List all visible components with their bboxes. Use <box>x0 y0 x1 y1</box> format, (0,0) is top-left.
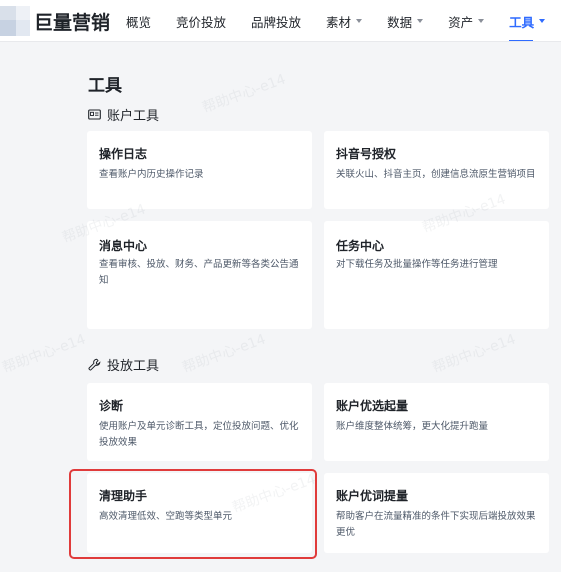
watermark: 帮助中心-e14 <box>0 331 88 377</box>
chevron-down-icon <box>356 19 363 23</box>
card-title: 消息中心 <box>99 239 148 253</box>
logo-mark-icon <box>0 6 32 36</box>
card-title: 账户优词提量 <box>336 489 409 503</box>
page-title: 工具 <box>88 76 122 96</box>
card-desc: 查看账户内历史操作记录 <box>99 169 204 180</box>
card-task-center[interactable]: 任务中心 对下载任务及批量操作等任务进行管理 <box>324 221 549 329</box>
nav-item-overview[interactable]: 概览 <box>126 0 152 41</box>
nav-label: 资产 <box>448 14 474 30</box>
section-label: 投放工具 <box>107 359 160 374</box>
card-douyin-auth[interactable]: 抖音号授权 关联火山、抖音主页，创建信息流原生营销项目 <box>324 131 549 209</box>
main-content: 工具 账户工具 操作日志 查看账户内历史操作记录 抖音号授权 关联火山、抖音主页… <box>0 43 561 572</box>
nav-item-brand[interactable]: 品牌投放 <box>251 0 302 41</box>
chevron-down-icon <box>417 19 424 23</box>
card-account-boost[interactable]: 账户优选起量 账户维度整体统筹，更大化提升跑量 <box>324 383 549 461</box>
nav-label: 工具 <box>509 14 535 30</box>
top-nav-bar: 巨量营销 概览 竞价投放 品牌投放 素材 数据 资产 工具 财务 <box>0 0 561 42</box>
logo-text: 巨量营销 <box>34 11 111 34</box>
section-label: 账户工具 <box>107 109 160 124</box>
nav-item-tools[interactable]: 工具 <box>509 0 546 41</box>
card-operation-log[interactable]: 操作日志 查看账户内历史操作记录 <box>87 131 312 209</box>
nav-item-data[interactable]: 数据 <box>387 0 424 41</box>
card-diagnosis[interactable]: 诊断 使用账户及单元诊断工具，定位投放问题、优化投放效果 <box>87 383 312 461</box>
card-desc: 账户维度整体统筹，更大化提升跑量 <box>336 421 489 432</box>
wrench-icon <box>88 358 101 371</box>
nav-item-assets-material[interactable]: 素材 <box>326 0 363 41</box>
section-title-delivery-tools: 投放工具 <box>88 355 159 374</box>
card-title: 任务中心 <box>336 239 385 253</box>
logo[interactable]: 巨量营销 <box>0 6 110 36</box>
card-title: 抖音号授权 <box>336 147 397 161</box>
watermark: 帮助中心-e14 <box>180 331 268 377</box>
card-desc: 使用账户及单元诊断工具，定位投放问题、优化投放效果 <box>99 421 299 448</box>
nav-label: 数据 <box>387 14 413 30</box>
highlight-box <box>69 469 317 559</box>
nav-label: 素材 <box>326 14 352 30</box>
card-desc: 对下载任务及批量操作等任务进行管理 <box>336 259 498 270</box>
main-nav: 概览 竞价投放 品牌投放 素材 数据 资产 工具 财务 <box>126 0 561 41</box>
nav-label: 品牌投放 <box>251 14 302 30</box>
watermark: 帮助中心-e14 <box>430 331 518 377</box>
chevron-down-icon <box>539 19 546 23</box>
card-desc: 关联火山、抖音主页，创建信息流原生营销项目 <box>336 169 536 180</box>
nav-item-assets[interactable]: 资产 <box>448 0 485 41</box>
card-message-center[interactable]: 消息中心 查看审核、投放、财务、产品更新等各类公告通知 <box>87 221 312 329</box>
section-title-account-tools: 账户工具 <box>88 105 159 124</box>
id-card-icon <box>88 108 101 121</box>
card-desc: 查看审核、投放、财务、产品更新等各类公告通知 <box>99 259 299 286</box>
card-desc: 帮助客户在流量精准的条件下实现后端投放效果更优 <box>336 511 536 538</box>
card-keyword-boost[interactable]: 账户优词提量 帮助客户在流量精准的条件下实现后端投放效果更优 <box>324 473 549 553</box>
card-title: 操作日志 <box>99 147 148 161</box>
card-title: 诊断 <box>99 399 124 413</box>
watermark: 帮助中心-e14 <box>200 71 288 117</box>
nav-item-bidding[interactable]: 竞价投放 <box>176 0 227 41</box>
nav-label: 竞价投放 <box>176 14 227 30</box>
chevron-down-icon <box>478 19 485 23</box>
nav-label: 概览 <box>126 14 152 30</box>
card-title: 账户优选起量 <box>336 399 409 413</box>
